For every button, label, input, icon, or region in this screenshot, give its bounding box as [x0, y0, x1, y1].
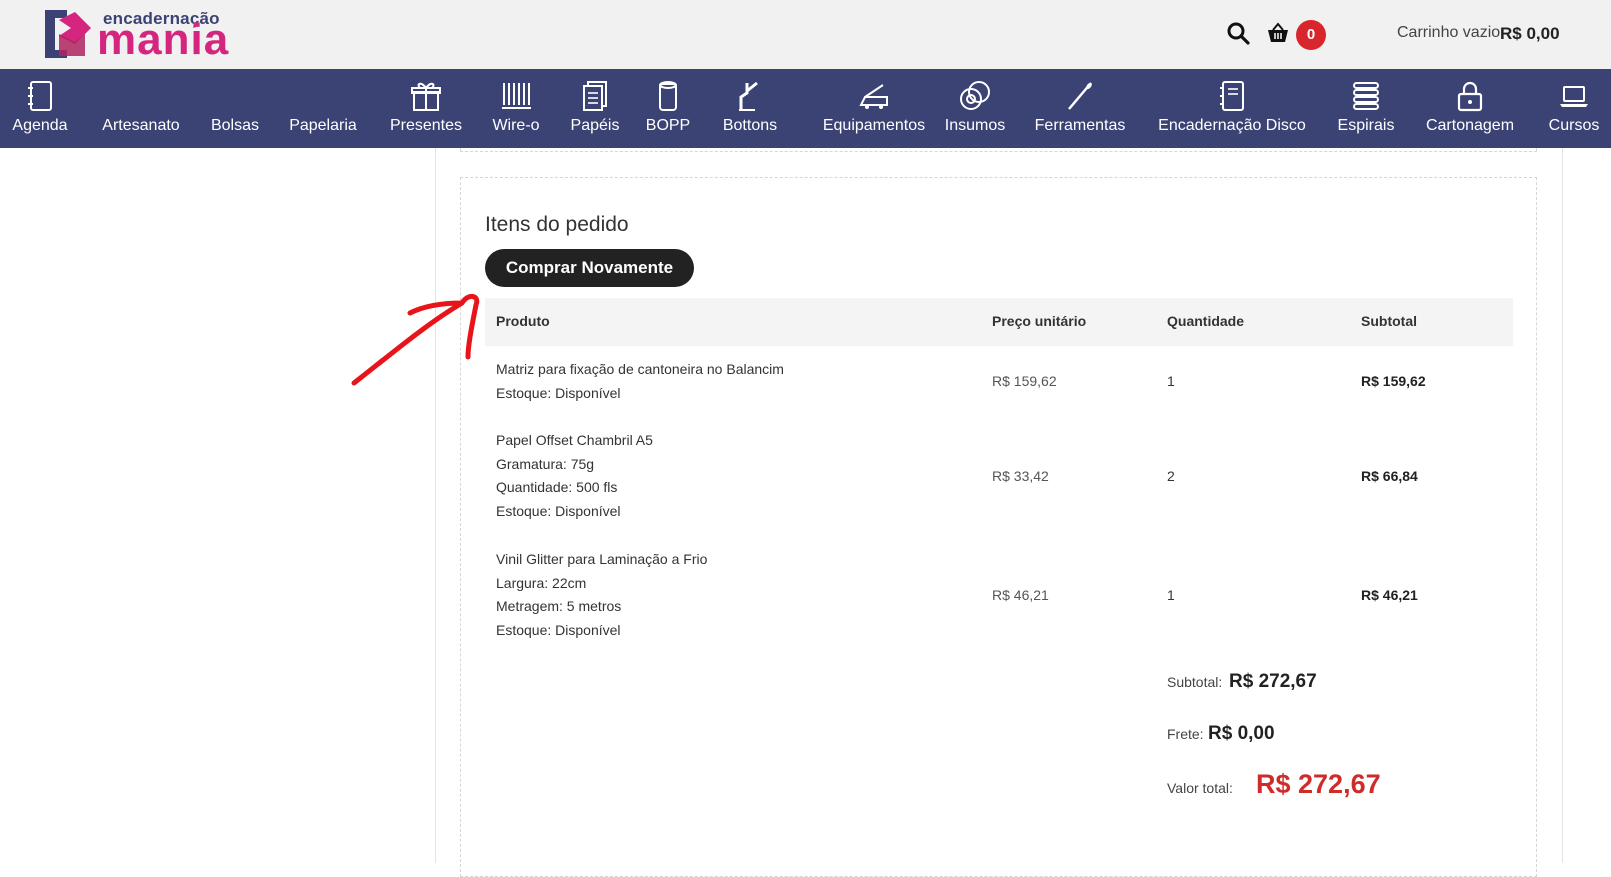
notebook-icon	[28, 81, 52, 111]
logo-big-text: mania	[97, 15, 230, 64]
nav-item-bolsas[interactable]: Bolsas	[205, 69, 265, 148]
nav-item-bottons[interactable]: Bottons	[712, 69, 788, 148]
cart-total-text: R$ 0,00	[1500, 24, 1560, 43]
nav-item-insumos[interactable]: Insumos	[940, 69, 1010, 148]
nav-label: Espirais	[1337, 117, 1395, 134]
nav-item-equipamentos[interactable]: Equipamentos	[806, 69, 942, 148]
button-press-icon	[739, 81, 758, 111]
nav-item-wire-o[interactable]: Wire-o	[484, 69, 548, 148]
nav-label: Equipamentos	[822, 117, 926, 134]
nav-label: Insumos	[944, 117, 1006, 134]
product-detail: Estoque: Disponível	[496, 502, 621, 519]
product-detail: Metragem: 5 metros	[496, 598, 622, 614]
product-cell: Vinil Glitter para Laminação a Frio Larg…	[496, 548, 707, 642]
nav-item-espirais[interactable]: Espirais	[1331, 69, 1401, 148]
nav-label: Encadernação Disco	[1158, 117, 1306, 134]
top-header: encadernação mania 0 Carrinho vazio R$ 0…	[0, 0, 1611, 69]
nav-item-papelaria[interactable]: Papelaria	[283, 69, 363, 148]
col-produto: Produto	[496, 313, 550, 329]
unit-price: R$ 159,62	[992, 373, 1057, 389]
needle-icon	[1068, 82, 1092, 110]
nav-label: Papelaria	[289, 117, 357, 134]
row-subtotal: R$ 159,62	[1361, 373, 1426, 389]
laptop-icon	[1560, 86, 1588, 107]
bopp-roll-icon	[659, 81, 677, 111]
category-nav: Agenda Artesanato Bolsas Papelaria Prese…	[0, 69, 1611, 148]
frete-value: R$ 0,00	[1208, 723, 1275, 744]
search-icon[interactable]	[1226, 21, 1250, 45]
tape-rolls-icon	[960, 81, 990, 110]
col-preco-unitario: Preço unitário	[992, 313, 1087, 329]
cart-status-text: Carrinho vazio	[1397, 24, 1501, 41]
unit-price: R$ 33,42	[992, 468, 1049, 484]
spiral-icon	[1353, 82, 1379, 110]
previous-panel-edge	[460, 148, 1537, 152]
unit-price: R$ 46,21	[992, 587, 1049, 603]
nav-item-agenda[interactable]: Agenda	[0, 69, 80, 148]
frete-label: Frete:	[1167, 726, 1204, 742]
logo-mark-icon	[45, 10, 91, 58]
product-detail: Estoque: Disponível	[496, 384, 621, 401]
nav-label: Wire-o	[492, 117, 540, 134]
nav-item-ferramentas[interactable]: Ferramentas	[1030, 69, 1130, 148]
papers-icon	[583, 81, 607, 111]
basket-icon[interactable]	[1266, 21, 1290, 45]
nav-item-bopp[interactable]: BOPP	[640, 69, 696, 148]
nav-label: Papéis	[570, 117, 620, 134]
subtotal-label: Subtotal:	[1167, 674, 1223, 690]
total-value: R$ 272,67	[1256, 769, 1381, 799]
site-logo[interactable]: encadernação mania	[45, 8, 275, 64]
nav-label: Bolsas	[210, 117, 260, 134]
row-subtotal: R$ 46,21	[1361, 587, 1418, 603]
red-arrow-annotation	[351, 294, 480, 386]
nav-item-papeis[interactable]: Papéis	[563, 69, 627, 148]
nav-item-artesanato[interactable]: Artesanato	[93, 69, 189, 148]
row-subtotal: R$ 66,84	[1361, 468, 1418, 484]
nav-label: BOPP	[645, 117, 691, 134]
gift-icon	[411, 82, 441, 111]
nav-label: Ferramentas	[1034, 117, 1126, 134]
product-cell: Matriz para fixação de cantoneira no Bal…	[496, 358, 784, 405]
nav-item-cartonagem[interactable]: Cartonagem	[1418, 69, 1522, 148]
nav-label: Artesanato	[102, 117, 180, 134]
lock-box-icon	[1457, 81, 1483, 112]
laminator-icon	[859, 84, 888, 109]
buy-again-button[interactable]: Comprar Novamente	[485, 249, 694, 287]
nav-item-cursos[interactable]: Cursos	[1542, 69, 1606, 148]
nav-label: Cursos	[1548, 117, 1600, 134]
quantity: 2	[1167, 468, 1175, 484]
product-name[interactable]: Papel Offset Chambril A5	[496, 429, 653, 453]
cart-count-badge[interactable]: 0	[1296, 20, 1326, 50]
product-detail: Gramatura: 75g	[496, 455, 595, 472]
product-detail: Largura: 22cm	[496, 574, 587, 591]
order-table-header: Produto Preço unitário Quantidade Subtot…	[485, 298, 1513, 346]
content-frame-left	[435, 148, 436, 863]
nav-item-encadernacao-disco[interactable]: Encadernação Disco	[1156, 69, 1308, 148]
product-detail: Quantidade: 500 fls	[496, 479, 618, 495]
quantity: 1	[1167, 373, 1175, 389]
wire-o-icon	[502, 83, 531, 109]
product-name[interactable]: Matriz para fixação de cantoneira no Bal…	[496, 358, 784, 382]
col-subtotal: Subtotal	[1361, 313, 1417, 329]
nav-label: Cartonagem	[1425, 117, 1515, 134]
content-frame-right	[1562, 148, 1563, 863]
nav-label: Agenda	[12, 117, 68, 134]
nav-label: Presentes	[389, 117, 463, 134]
product-cell: Papel Offset Chambril A5 Gramatura: 75g …	[496, 429, 653, 523]
nav-label: Bottons	[722, 117, 778, 134]
disc-binding-icon	[1220, 81, 1244, 111]
col-quantidade: Quantidade	[1167, 313, 1245, 329]
total-label: Valor total:	[1167, 780, 1233, 796]
order-items-title: Itens do pedido	[485, 213, 629, 236]
product-detail: Estoque: Disponível	[496, 621, 621, 638]
nav-item-presentes[interactable]: Presentes	[386, 69, 466, 148]
product-name[interactable]: Vinil Glitter para Laminação a Frio	[496, 548, 707, 572]
subtotal-value: R$ 272,67	[1229, 671, 1317, 692]
quantity: 1	[1167, 587, 1175, 603]
